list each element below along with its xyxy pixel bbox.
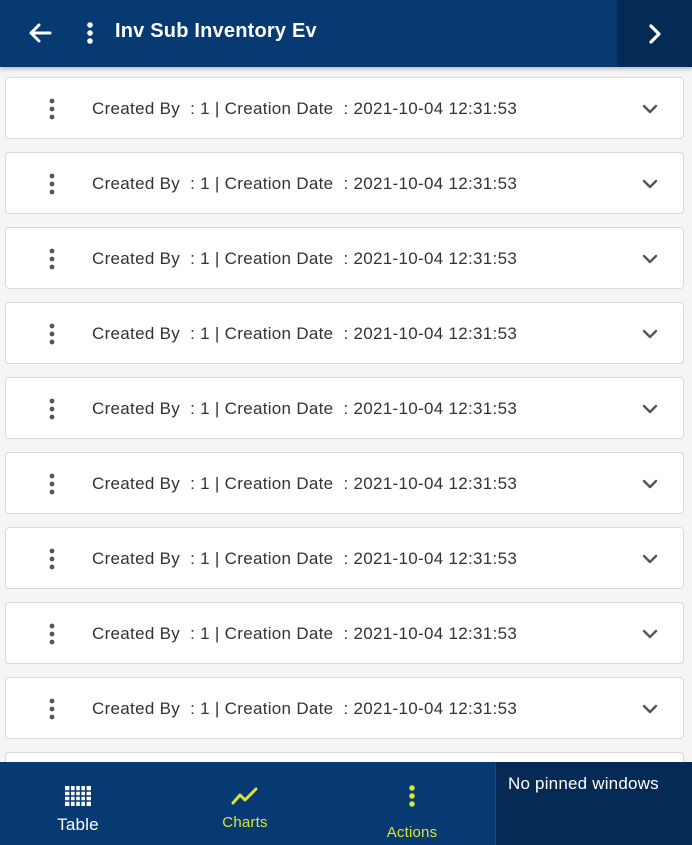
row-summary: Created By : 1 | Creation Date : 2021-10… (92, 399, 518, 418)
expand-button[interactable] (639, 248, 661, 270)
row-menu-button[interactable] (42, 96, 62, 122)
list-item[interactable]: Created By : 1 | Creation Date : 2021-10… (5, 152, 684, 214)
row-menu-button[interactable] (42, 471, 62, 497)
row-menu-button[interactable] (42, 396, 62, 422)
row-summary: Created By : 1 | Creation Date : 2021-10… (92, 624, 518, 643)
list-item[interactable]: Created By : 1 | Creation Date : 2021-10… (5, 527, 684, 589)
chevron-down-icon (642, 629, 658, 639)
chevron-down-icon (642, 254, 658, 264)
list-item[interactable]: Created By : 1 | Creation Date : 2021-10… (5, 227, 684, 289)
chevron-down-icon (642, 704, 658, 714)
more-vertical-icon (87, 22, 93, 44)
row-menu-button[interactable] (42, 696, 62, 722)
nav-charts[interactable]: Charts (195, 762, 295, 845)
row-summary: Created By : 1 | Creation Date : 2021-10… (92, 249, 518, 268)
list-item[interactable]: Created By : 1 | Creation Date : 2021-10… (5, 677, 684, 739)
chevron-down-icon (642, 404, 658, 414)
list-item[interactable]: Created By : 1 | Creation Date : 2021-10… (5, 452, 684, 514)
more-vertical-icon (49, 398, 55, 420)
row-menu-button[interactable] (42, 621, 62, 647)
expand-button[interactable] (639, 698, 661, 720)
row-menu-button[interactable] (42, 546, 62, 572)
more-vertical-icon (49, 248, 55, 270)
more-vertical-icon (49, 323, 55, 345)
more-vertical-icon (49, 623, 55, 645)
expand-button[interactable] (639, 473, 661, 495)
grid-icon (65, 784, 91, 808)
row-menu-button[interactable] (42, 321, 62, 347)
nav-actions-label: Actions (386, 824, 438, 841)
more-vertical-icon (49, 173, 55, 195)
list-item[interactable]: Created By : 1 | Creation Date : 2021-10… (5, 377, 684, 439)
expand-button[interactable] (639, 98, 661, 120)
row-summary: Created By : 1 | Creation Date : 2021-10… (92, 174, 518, 193)
chevron-down-icon (642, 329, 658, 339)
more-vertical-icon (49, 473, 55, 495)
more-vertical-icon (49, 698, 55, 720)
more-vertical-icon (49, 548, 55, 570)
record-list: Created By : 1 | Creation Date : 2021-10… (0, 67, 692, 762)
expand-button[interactable] (639, 623, 661, 645)
row-menu-button[interactable] (42, 171, 62, 197)
nav-actions[interactable]: Actions (362, 762, 462, 845)
more-vertical-icon (408, 784, 416, 808)
pinned-windows-text: No pinned windows (508, 774, 659, 793)
header-menu-button[interactable] (76, 16, 104, 50)
list-item[interactable] (5, 752, 684, 762)
chevron-down-icon (642, 554, 658, 564)
list-item[interactable]: Created By : 1 | Creation Date : 2021-10… (5, 77, 684, 139)
row-summary: Created By : 1 | Creation Date : 2021-10… (92, 99, 518, 118)
expand-button[interactable] (639, 548, 661, 570)
trending-line-icon (231, 784, 259, 808)
expand-button[interactable] (639, 173, 661, 195)
more-vertical-icon (49, 98, 55, 120)
row-summary: Created By : 1 | Creation Date : 2021-10… (92, 324, 518, 343)
app-root: Inv Sub Inventory Ev Created By : 1 | Cr… (0, 0, 692, 845)
row-summary: Created By : 1 | Creation Date : 2021-10… (92, 699, 518, 718)
list-item[interactable]: Created By : 1 | Creation Date : 2021-10… (5, 602, 684, 664)
nav-charts-label: Charts (222, 814, 268, 831)
nav-table[interactable]: Table (28, 762, 128, 845)
row-summary: Created By : 1 | Creation Date : 2021-10… (92, 474, 518, 493)
expand-button[interactable] (639, 398, 661, 420)
row-summary: Created By : 1 | Creation Date : 2021-10… (92, 549, 518, 568)
back-button[interactable] (22, 16, 58, 50)
arrow-left-icon (29, 23, 52, 43)
pinned-windows-panel: No pinned windows (495, 762, 692, 845)
chevron-down-icon (642, 179, 658, 189)
expand-button[interactable] (639, 323, 661, 345)
nav-table-label: Table (57, 815, 99, 834)
page-title: Inv Sub Inventory Ev (115, 20, 317, 42)
list-item[interactable]: Created By : 1 | Creation Date : 2021-10… (5, 302, 684, 364)
chevron-right-icon (648, 23, 661, 44)
app-header: Inv Sub Inventory Ev (0, 0, 692, 67)
chevron-down-icon (642, 104, 658, 114)
row-menu-button[interactable] (42, 246, 62, 272)
bottom-navigation: Table Charts Actions No pinned windows (0, 762, 692, 845)
chevron-down-icon (642, 479, 658, 489)
next-button[interactable] (617, 0, 692, 67)
